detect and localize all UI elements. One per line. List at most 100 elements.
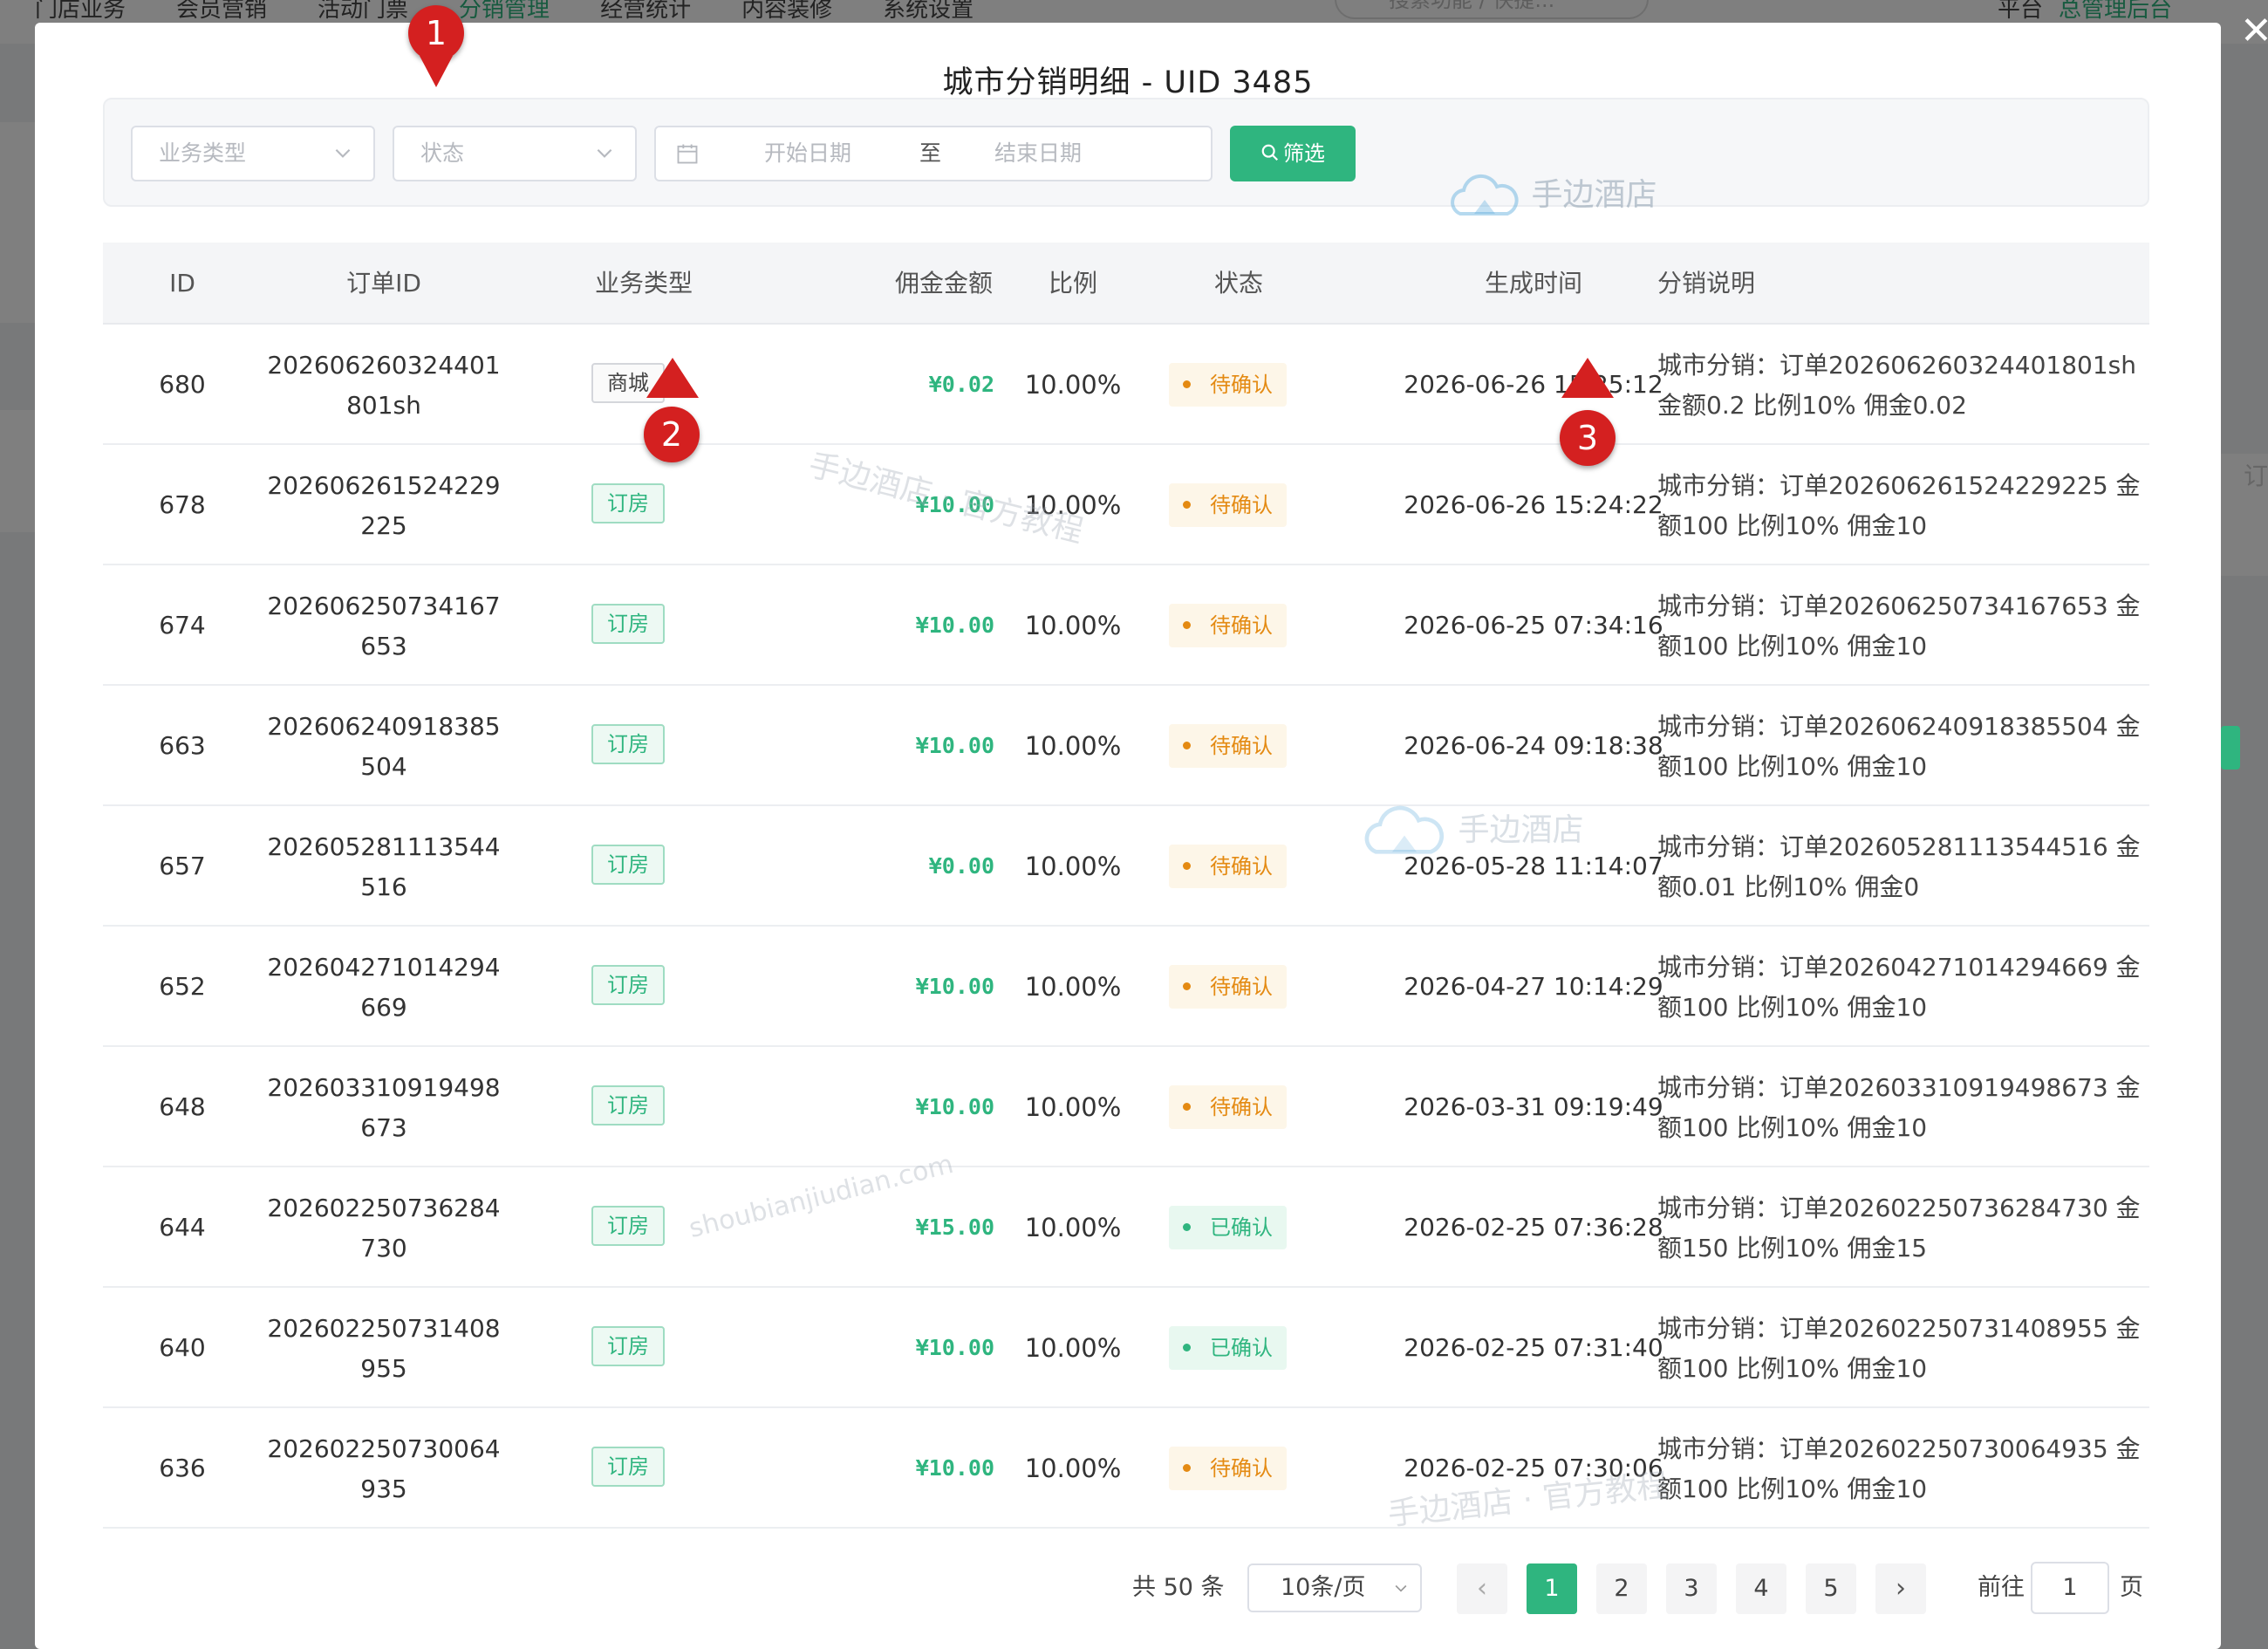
table-row: 652 202604271014294669 订房 ¥10.00 10.00% 待确认 20… — [103, 927, 2149, 1047]
date-separator: 至 — [919, 140, 942, 166]
cell-order-id: 202605281113544516 — [267, 832, 501, 901]
status-text: 已确认 — [1210, 1215, 1273, 1240]
status-dot-icon — [1183, 741, 1191, 749]
table-row: 678 202606261524229225 订房 ¥10.00 10.00% 待确认 20… — [103, 445, 2149, 565]
cell-description: 城市分销：订单202606250734167653 金额100 比例10% 佣金… — [1657, 592, 2141, 660]
prev-page-button[interactable]: ‹ — [1457, 1563, 1507, 1614]
cell-amount: ¥10.00 — [915, 612, 994, 638]
page-button[interactable]: 3 — [1666, 1563, 1717, 1614]
status-dot-icon — [1183, 380, 1191, 388]
cell-business-type: 订房 — [591, 965, 665, 1005]
end-date-input[interactable]: 结束日期 — [994, 127, 1082, 180]
cell-description: 城市分销：订单202605281113544516 金额0.01 比例10% 佣… — [1657, 832, 2141, 901]
goto-page-input[interactable]: 1 — [2031, 1562, 2109, 1614]
header-ratio: 比例 — [1048, 269, 1097, 298]
status-badge: 待确认 — [1169, 845, 1287, 888]
cell-business-type: 订房 — [591, 604, 665, 644]
cell-ratio: 10.00% — [1024, 370, 1122, 400]
cell-ratio: 10.00% — [1024, 490, 1122, 520]
header-order-id: 订单ID — [346, 269, 421, 298]
status-dot-icon — [1183, 982, 1191, 990]
status-dot-icon — [1183, 1222, 1191, 1231]
status-text: 已确认 — [1210, 1336, 1273, 1360]
cell-description: 城市分销：订单202602250731408955 金额100 比例10% 佣金… — [1657, 1314, 2141, 1383]
table-row: 663 202606240918385504 订房 ¥10.00 10.00% 待确认 20… — [103, 686, 2149, 806]
status-dot-icon — [1183, 620, 1191, 629]
business-type-select[interactable]: 业务类型 — [131, 126, 375, 181]
cell-order-id: 202603310919498673 — [267, 1073, 501, 1142]
filter-bar: 业务类型 状态 开始日期 至 结束日期 筛选 — [103, 98, 2149, 207]
pagination: 共 50 条 10条/页 ‹ 1 2 3 4 5 › 前往 1 页 — [35, 1562, 2221, 1614]
background-side-text: 订 — [2244, 462, 2268, 490]
cell-amount: ¥0.02 — [928, 372, 994, 397]
background-button — [2221, 726, 2240, 770]
cell-order-id: 202604271014294669 — [267, 953, 501, 1022]
status-dot-icon — [1183, 1102, 1191, 1111]
table-row: 636 202602250730064935 订房 ¥10.00 10.00% 待确认 20… — [103, 1408, 2149, 1529]
page-size-select[interactable]: 10条/页 — [1247, 1563, 1422, 1612]
commission-table: ID 订单ID 业务类型 佣金金额 比例 状态 生成时间 分销说明 680 202… — [103, 243, 2149, 1529]
table-row: 640 202602250731408955 订房 ¥10.00 10.00% 已确认 20… — [103, 1288, 2149, 1408]
cell-description: 城市分销：订单202602250730064935 金额100 比例10% 佣金… — [1657, 1434, 2141, 1503]
cell-id: 657 — [159, 852, 206, 880]
filter-button[interactable]: 筛选 — [1230, 126, 1356, 181]
cell-amount: ¥0.00 — [928, 853, 994, 879]
cell-business-type: 订房 — [591, 724, 665, 764]
cell-business-type: 订房 — [591, 1326, 665, 1366]
cell-order-id: 202606260324401801sh — [267, 351, 501, 420]
annotation-marker-3: 3 — [1560, 410, 1616, 466]
table-row: 657 202605281113544516 订房 ¥0.00 10.00% 待确认 202… — [103, 806, 2149, 927]
cell-status: 待确认 — [1169, 724, 1287, 768]
cell-business-type: 订房 — [591, 483, 665, 523]
business-type-tag: 订房 — [591, 1326, 665, 1366]
page-button[interactable]: 2 — [1596, 1563, 1647, 1614]
cell-order-id: 202602250736284730 — [267, 1194, 501, 1262]
table-header: ID 订单ID 业务类型 佣金金额 比例 状态 生成时间 分销说明 — [103, 243, 2149, 325]
status-dot-icon — [1183, 500, 1191, 509]
cell-amount: ¥10.00 — [915, 974, 994, 999]
header-description: 分销说明 — [1657, 269, 1756, 298]
cell-status: 待确认 — [1169, 965, 1287, 1009]
date-range-picker[interactable]: 开始日期 至 结束日期 — [654, 126, 1213, 181]
cell-ratio: 10.00% — [1024, 1454, 1122, 1483]
cell-ratio: 10.00% — [1024, 1092, 1122, 1122]
business-type-tag: 订房 — [591, 1447, 665, 1487]
cell-status: 待确认 — [1169, 363, 1287, 407]
start-date-input[interactable]: 开始日期 — [764, 127, 851, 180]
cell-status: 待确认 — [1169, 604, 1287, 647]
modal-dialog: 城市分销明细 - UID 3485 业务类型 状态 开始日期 至 结束日期 筛选… — [35, 23, 2221, 1649]
header-status: 状态 — [1213, 269, 1263, 298]
status-badge: 已确认 — [1169, 1326, 1287, 1370]
status-badge: 待确认 — [1169, 363, 1287, 407]
goto-label: 前往 — [1978, 1574, 2025, 1601]
cell-order-id: 202606250734167653 — [267, 592, 501, 660]
cell-ratio: 10.00% — [1024, 611, 1122, 640]
table-body: 680 202606260324401801sh 商城 ¥0.02 10.00% 待确认 2… — [103, 325, 2149, 1529]
cell-id: 674 — [159, 611, 206, 640]
table-row: 648 202603310919498673 订房 ¥10.00 10.00% 待确认 20… — [103, 1047, 2149, 1167]
cell-id: 640 — [159, 1333, 206, 1362]
page-button[interactable]: 4 — [1736, 1563, 1786, 1614]
cell-business-type: 订房 — [591, 1085, 665, 1126]
total-count: 共 50 条 — [1132, 1574, 1225, 1601]
page-button[interactable]: 5 — [1806, 1563, 1856, 1614]
modal-title: 城市分销明细 - UID 3485 — [942, 65, 1314, 100]
status-text: 待确认 — [1210, 734, 1273, 758]
arrow-up-icon — [646, 358, 699, 398]
next-page-button[interactable]: › — [1875, 1563, 1926, 1614]
business-type-tag: 订房 — [591, 604, 665, 644]
cell-id: 648 — [159, 1092, 206, 1121]
header-business-type: 业务类型 — [594, 269, 693, 298]
cell-status: 待确认 — [1169, 1447, 1287, 1490]
cell-status: 待确认 — [1169, 1085, 1287, 1129]
chevron-down-icon — [597, 148, 612, 158]
cell-description: 城市分销：订单202603310919498673 金额100 比例10% 佣金… — [1657, 1073, 2141, 1142]
page-button[interactable]: 1 — [1527, 1563, 1577, 1614]
status-select[interactable]: 状态 — [393, 126, 637, 181]
business-type-tag: 订房 — [591, 483, 665, 523]
close-icon[interactable]: ✕ — [2240, 12, 2268, 51]
cell-amount: ¥10.00 — [915, 492, 994, 517]
cell-ratio: 10.00% — [1024, 852, 1122, 881]
status-dot-icon — [1183, 861, 1191, 870]
cell-business-type: 订房 — [591, 845, 665, 885]
